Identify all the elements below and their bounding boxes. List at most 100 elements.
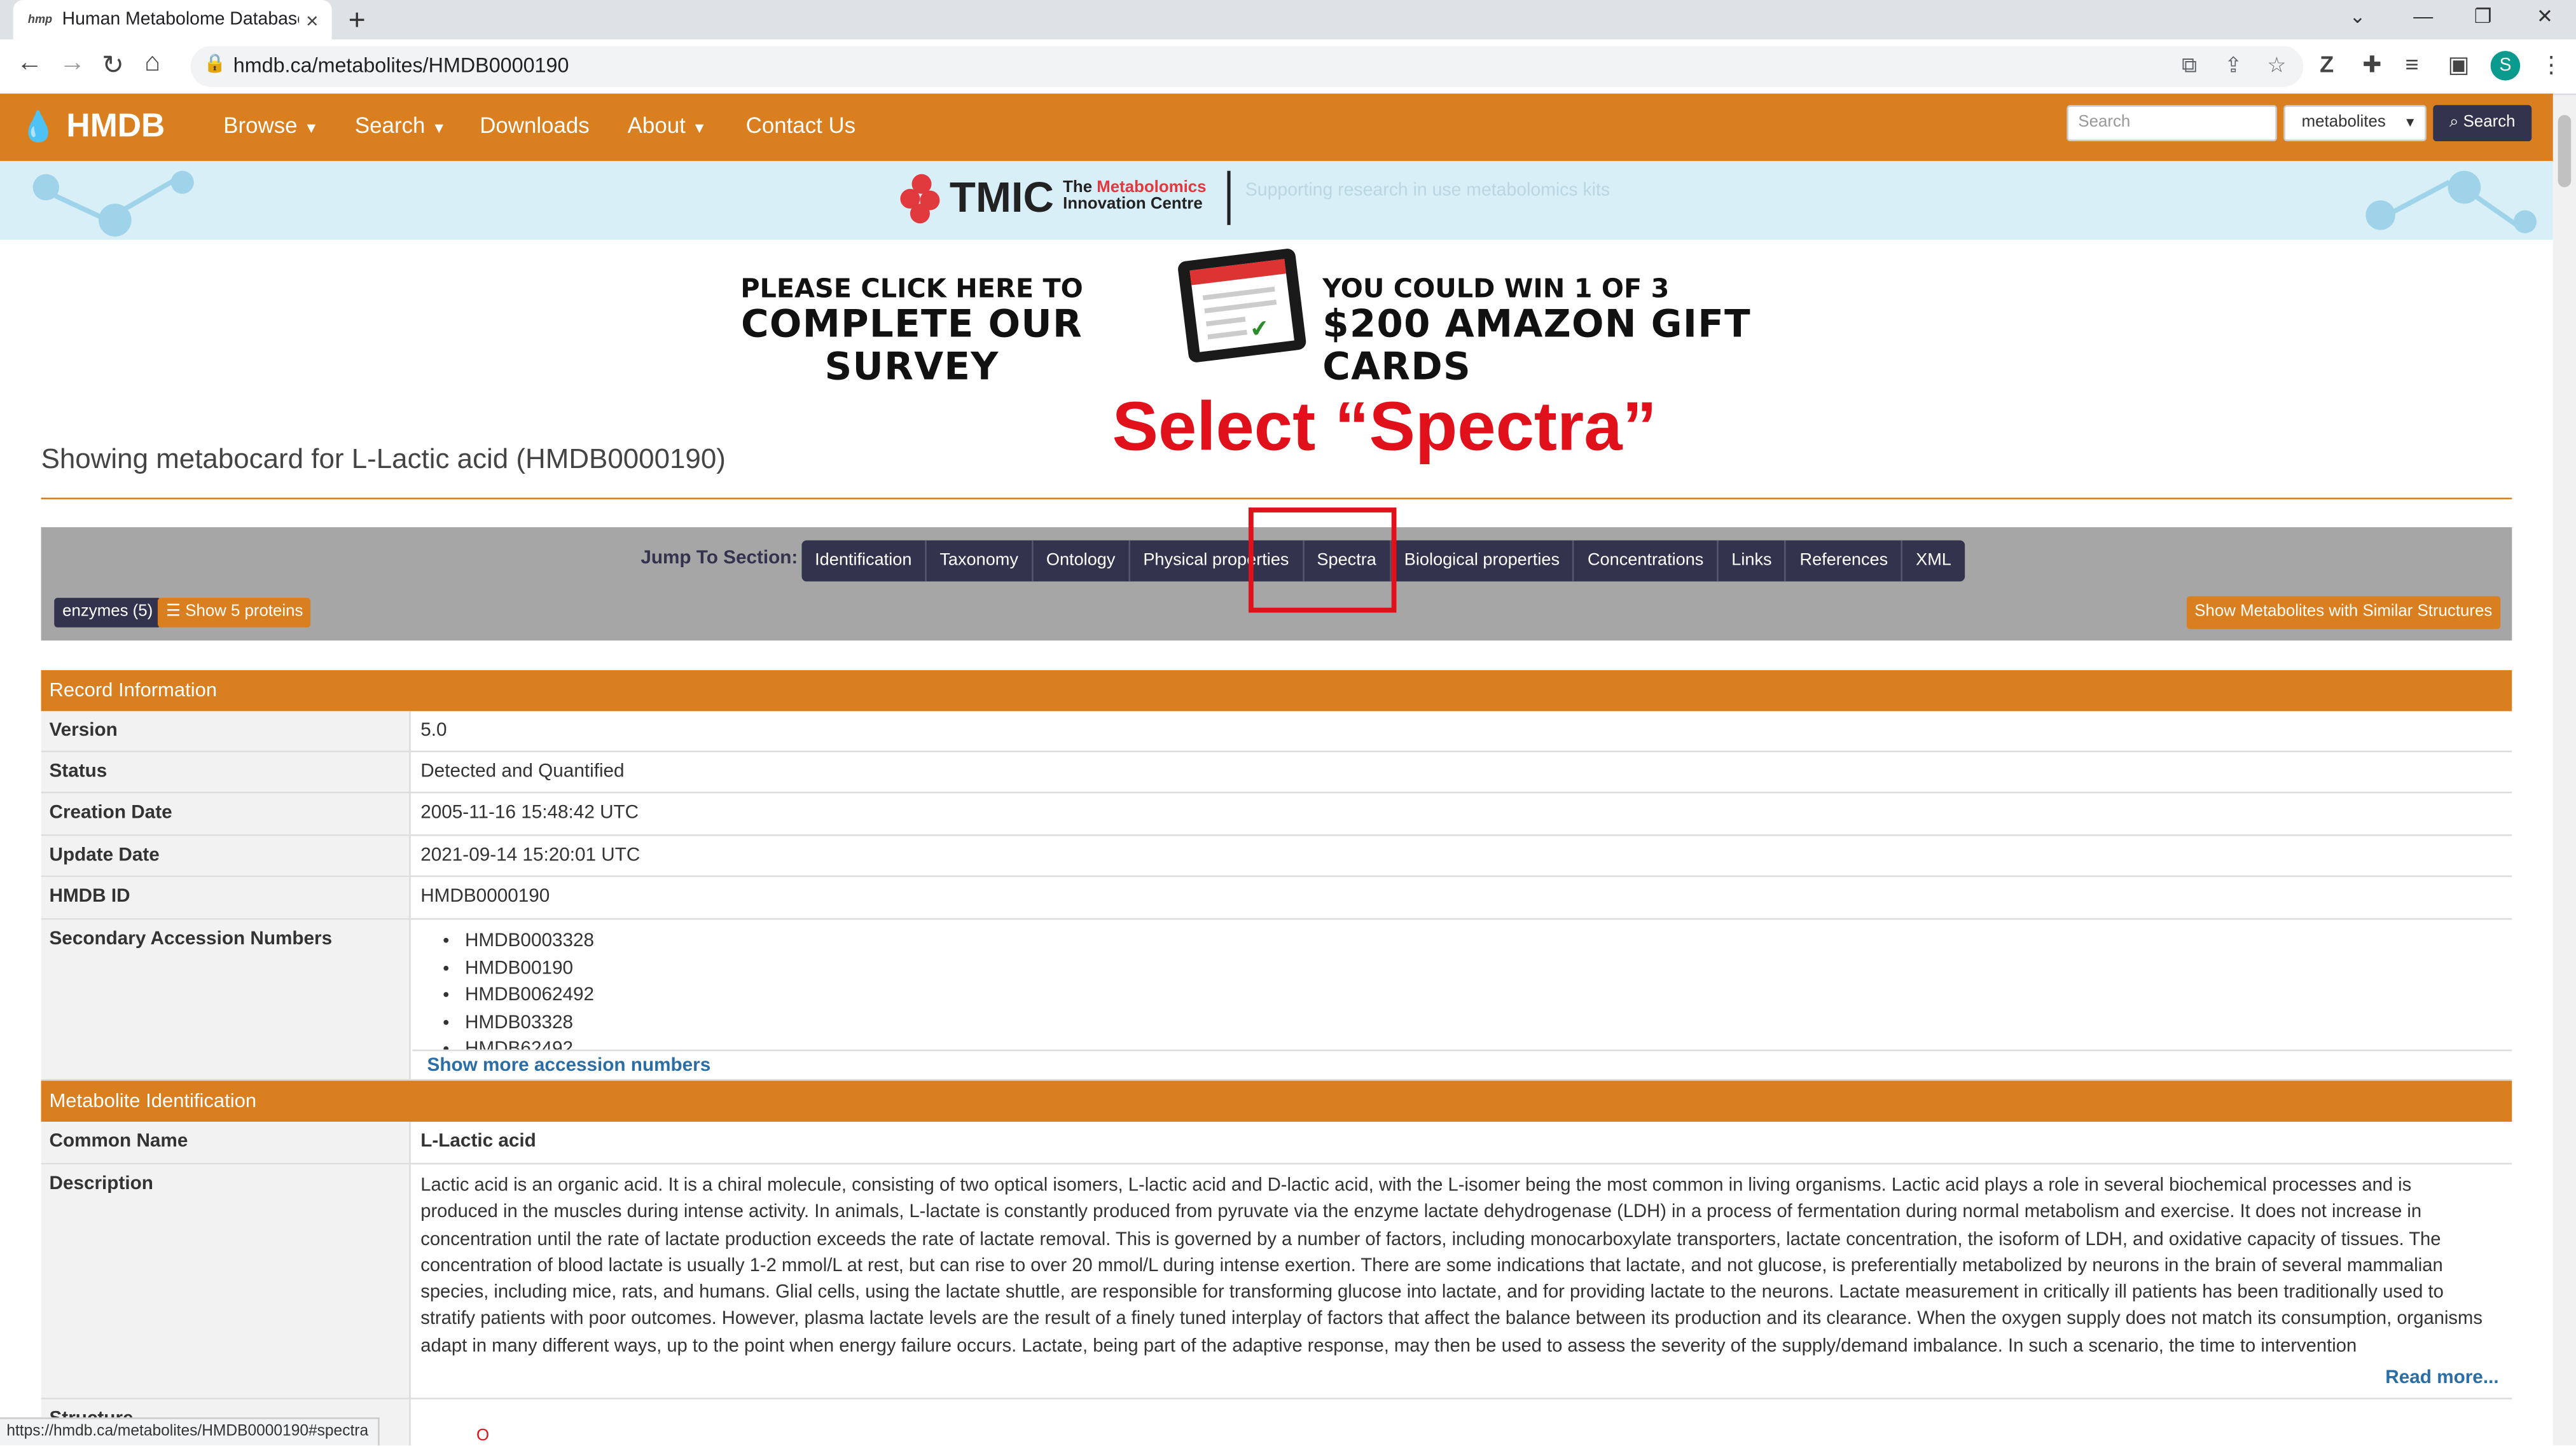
tab-title: Human Metabolome Database: S [62,10,300,30]
tab-search-icon[interactable]: ⌄ [2350,5,2366,28]
similar-structures-button[interactable]: Show Metabolites with Similar Structures [2186,596,2501,630]
structure-atom-label: O [476,1427,490,1445]
row-value: Lactic acid is an organic acid. It is a … [412,1164,2512,1398]
description-text: Lactic acid is an organic acid. It is a … [420,1176,2483,1356]
forward-icon[interactable]: → [59,49,85,78]
close-window-icon[interactable]: ✕ [2537,5,2553,28]
bookmark-star-icon[interactable]: ☆ [2267,53,2286,79]
side-panel-icon[interactable]: ▣ [2448,51,2470,79]
hmdb-favicon-icon: hmp [27,13,53,26]
section-links[interactable]: Links [1719,540,1787,582]
section-concentrations[interactable]: Concentrations [1574,540,1719,582]
site-search-button[interactable]: ⌕ Search [2433,105,2532,142]
lock-icon[interactable]: 🔒 [204,53,226,74]
row-key: Status [41,752,411,792]
row-value: 2021-09-14 15:20:01 UTC [420,846,641,866]
survey-right-text: YOU COULD WIN 1 OF 3 $200 AMAZON GIFT CA… [1322,272,1751,390]
checkmark-icon: ✔ [1248,313,1271,343]
table-row: Update Date 2021-09-14 15:20:01 UTC [41,836,2512,878]
address-bar[interactable]: 🔒 hmdb.ca/metabolites/HMDB0000190 ⧉ ⇪ ☆ [190,46,2304,87]
browser-tab[interactable]: hmp Human Metabolome Database: S × [13,0,332,39]
tmic-banner[interactable]: TMIC The Metabolomics Innovation Centre S… [0,161,2553,240]
translate-icon[interactable]: ⧉ [2182,53,2197,79]
nav-about[interactable]: About ▼ [628,113,707,138]
zotero-extension-icon[interactable]: Z [2320,51,2334,77]
list-item: HMDB00190 [465,955,2512,982]
site-navbar: 💧 HMDB Browse ▼ Search ▼ Downloads About ▼ … [0,93,2553,163]
scrollbar-thumb[interactable] [2558,114,2572,188]
enzymes-badge[interactable]: enzymes (5) [54,598,162,628]
table-row: Version 5.0 [41,711,2512,752]
row-value: HMDB0000190 [420,886,550,907]
search-icon: ⌕ [2449,113,2459,132]
show-proteins-button[interactable]: ☰ Show 5 proteins [157,598,312,628]
restore-icon[interactable]: ❐ [2474,5,2492,28]
tmic-logo-icon [900,174,943,224]
accession-list: HMDB0003328 HMDB00190 HMDB0062492 HMDB03… [412,928,2512,1050]
table-row: Status Detected and Quantified [41,752,2512,794]
survey-tablet-icon: ✔ [1177,247,1307,364]
caret-down-icon: ▼ [692,120,707,137]
extensions-puzzle-icon[interactable]: ✚ [2362,51,2381,79]
molecule-bond [2469,191,2518,228]
read-more-link[interactable]: Read more... [2385,1368,2498,1388]
close-tab-icon[interactable]: × [299,8,325,32]
table-row: Structure [41,1399,2512,1445]
nav-search[interactable]: Search ▼ [355,113,447,138]
section-xml[interactable]: XML [1902,541,1964,582]
section-identification[interactable]: Identification [801,540,927,582]
divider [1227,170,1231,225]
browser-toolbar: ← → ↻ ⌂ 🔒 hmdb.ca/metabolites/HMDB000019… [0,39,2576,95]
hmdb-logo[interactable]: 💧 HMDB [20,108,165,146]
section-taxonomy[interactable]: Taxonomy [927,540,1034,582]
reload-icon[interactable]: ↻ [102,49,124,82]
tmic-tagline: Supporting research in use metabolomics … [1245,181,1610,201]
row-key: Update Date [41,836,411,876]
nav-browse[interactable]: Browse ▼ [223,113,319,138]
show-more-accessions-link[interactable]: Show more accession numbers [427,1056,711,1076]
url-text[interactable]: hmdb.ca/metabolites/HMDB0000190 [233,54,569,77]
home-icon[interactable]: ⌂ [144,49,160,78]
browser-menu-icon[interactable]: ⋮ [2540,51,2563,79]
caret-down-icon: ▼ [303,120,319,137]
profile-avatar[interactable]: S [2490,51,2521,81]
section-ontology[interactable]: Ontology [1033,540,1130,582]
row-key: Version [41,711,411,751]
row-value: 2005-11-16 15:48:42 UTC [420,803,639,823]
divider [41,497,2512,500]
new-tab-icon[interactable]: + [349,3,366,38]
site-search-input[interactable]: Search [2067,105,2277,142]
reading-list-icon[interactable]: ≡ [2405,51,2418,77]
nav-downloads[interactable]: Downloads [480,113,590,138]
row-value: 5.0 [420,720,447,741]
page-title: Showing metabocard for L-Lactic acid (HM… [41,443,726,475]
link-status-bar: https://hmdb.ca/metabolites/HMDB0000190#… [0,1417,380,1445]
section-references[interactable]: References [1787,540,1903,582]
row-key: Description [41,1164,411,1398]
molecule-bond [48,190,110,223]
molecule-bond [117,177,177,215]
row-key: Secondary Accession Numbers [41,919,411,1079]
search-type-select[interactable]: metabolites ▼ [2283,105,2427,142]
accession-list-scroll[interactable]: HMDB0003328 HMDB00190 HMDB0062492 HMDB03… [412,919,2512,1052]
page: hmp Human Metabolome Database: S × + ⌄ —… [0,0,2576,1445]
row-key: HMDB ID [41,877,411,918]
survey-left-text: PLEASE CLICK HERE TO COMPLETE OUR SURVEY [740,272,1083,390]
section-biological-properties[interactable]: Biological properties [1391,540,1575,582]
nav-contact[interactable]: Contact Us [746,113,855,138]
vertical-scrollbar[interactable] [2552,95,2576,1445]
list-item: HMDB0062492 [465,982,2512,1010]
minimize-icon[interactable]: — [2413,5,2433,28]
jump-label: Jump To Section: [641,548,798,568]
table-row: Creation Date 2005-11-16 15:48:42 UTC [41,793,2512,836]
browser-tab-strip: hmp Human Metabolome Database: S × + ⌄ —… [0,0,2576,39]
logo-text: HMDB [66,108,165,145]
record-information-header: Record Information [41,670,2512,712]
tmic-subtitle: The Metabolomics Innovation Centre [1063,179,1207,214]
row-value: Detected and Quantified [420,762,625,782]
list-item: HMDB62492 [465,1036,2512,1049]
share-icon[interactable]: ⇪ [2224,53,2242,79]
table-row: Description Lactic acid is an organic ac… [41,1164,2512,1400]
back-icon[interactable]: ← [17,49,43,78]
tmic-name: TMIC [949,172,1055,222]
